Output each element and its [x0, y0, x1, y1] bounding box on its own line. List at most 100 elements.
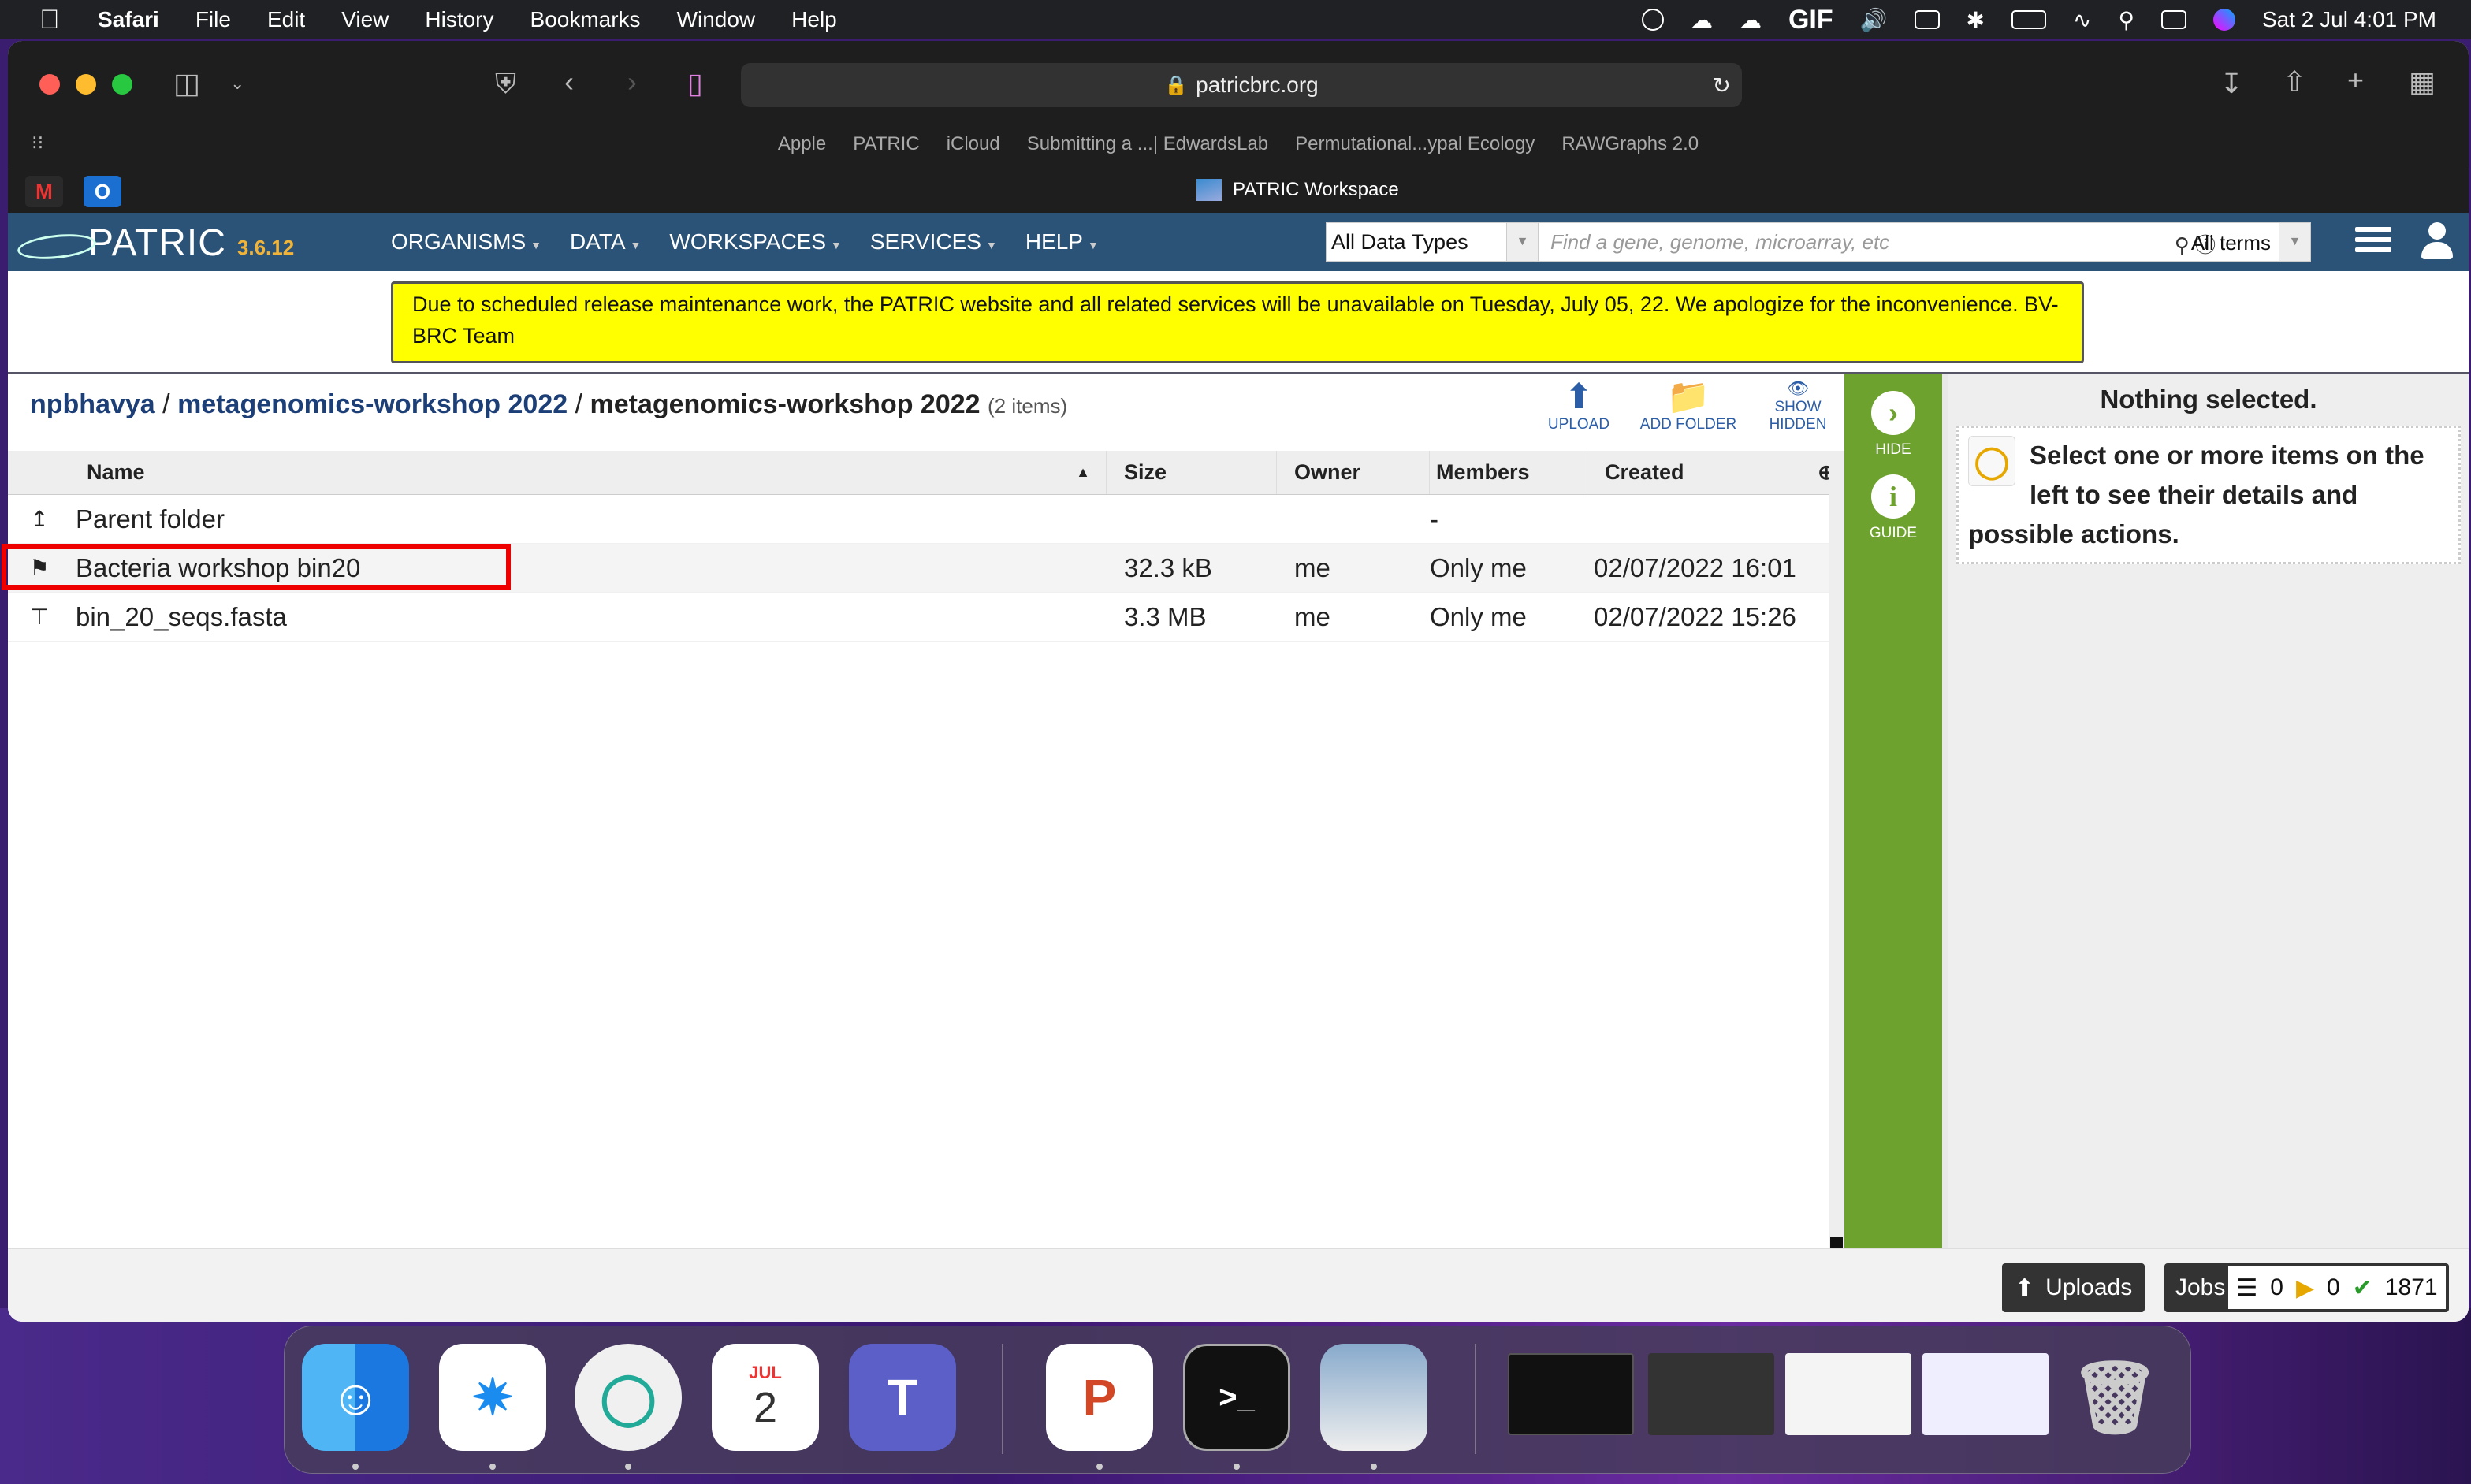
url-text: patricbrc.org	[1196, 73, 1319, 97]
add-folder-button[interactable]: 📁 ADD FOLDER	[1633, 378, 1743, 433]
minimize-window-button[interactable]	[76, 74, 96, 95]
volume-icon[interactable]: 🔊	[1860, 7, 1888, 33]
nav-workspaces-label: WORKSPACES	[669, 229, 827, 254]
finder-icon[interactable]: ☺	[302, 1344, 409, 1451]
global-search-input[interactable]: Find a gene, genome, microarray, etc ⚲ ⓘ…	[1539, 222, 2311, 262]
browser-chrome: ◫ ⌄ ⛨ ‹ › ▯ 🔒 patricbrc.org ↻ ↧ ⇧ + ▦ ⁝⁝…	[8, 41, 2469, 213]
back-icon[interactable]: ‹	[564, 66, 574, 98]
minimized-finder-window[interactable]	[1648, 1353, 1774, 1435]
patric-logo[interactable]: PATRIC 3.6.12	[13, 219, 294, 265]
battery-icon[interactable]	[2011, 10, 2046, 29]
breadcrumb-folder[interactable]: metagenomics-workshop 2022	[177, 389, 568, 419]
chevron-down-icon[interactable]: ⌄	[230, 68, 244, 99]
jobs-button[interactable]: Jobs ☰ 0 ▶ 0 ✔ 1871	[2164, 1263, 2449, 1312]
completed-jobs-icon: ✔	[2352, 1274, 2372, 1301]
status-app-icon[interactable]	[1641, 9, 1664, 31]
privacy-shield-icon[interactable]: ⛨	[495, 68, 516, 99]
clock[interactable]: Sat 2 Jul 4:01 PM	[2262, 7, 2436, 32]
nav-workspaces[interactable]: WORKSPACES ▼	[669, 229, 841, 255]
vpn-client-icon[interactable]: ◯	[575, 1344, 682, 1451]
pinned-tab-gmail[interactable]: M	[25, 176, 63, 207]
cloud-icon-2[interactable]: ☁	[1740, 7, 1762, 33]
cloud-icon[interactable]: ☁	[1691, 7, 1713, 33]
breadcrumb-user[interactable]: npbhavya	[30, 389, 155, 419]
menu-bookmarks[interactable]: Bookmarks	[530, 7, 641, 32]
menu-history[interactable]: History	[425, 7, 493, 32]
patric-favicon	[1196, 179, 1222, 201]
upload-button[interactable]: ⬆ UPLOAD	[1535, 378, 1622, 433]
calendar-day: 2	[753, 1384, 778, 1431]
menu-view[interactable]: View	[341, 7, 389, 32]
table-row[interactable]: ⊤ bin_20_seqs.fasta 3.3 MB me Only me 02…	[8, 593, 1835, 642]
teams-icon[interactable]: T	[849, 1344, 956, 1451]
spotlight-search-icon[interactable]: ⚲	[2118, 7, 2134, 33]
wifi-icon[interactable]: ∿	[2073, 7, 2091, 33]
bluetooth-icon[interactable]: ✱	[1967, 7, 1985, 33]
favorite-patric[interactable]: PATRIC	[853, 133, 919, 155]
grid-scrollbar[interactable]	[1829, 451, 1844, 1250]
table-row-parent[interactable]: ↥ Parent folder -	[8, 495, 1835, 544]
tab-overview-icon[interactable]: ▦	[2409, 66, 2436, 98]
menu-window[interactable]: Window	[677, 7, 756, 32]
hamburger-menu-icon[interactable]	[2355, 227, 2391, 257]
header-members-label: Members	[1436, 460, 1530, 484]
favorite-apple[interactable]: Apple	[778, 133, 826, 155]
nav-services[interactable]: SERVICES ▼	[870, 229, 997, 255]
close-window-button[interactable]	[39, 74, 60, 95]
menu-help[interactable]: Help	[791, 7, 837, 32]
hide-button[interactable]: › HIDE	[1844, 391, 1942, 459]
header-owner[interactable]: Owner	[1277, 451, 1430, 494]
favorite-permutational[interactable]: Permutational...ypal Ecology	[1295, 133, 1535, 155]
bookmarks-icon[interactable]: ▯	[687, 68, 703, 99]
header-members[interactable]: Members	[1430, 451, 1587, 494]
calendar-icon[interactable]: JUL 2	[712, 1344, 819, 1451]
forward-icon[interactable]: ›	[627, 66, 637, 98]
apple-icon[interactable]: 	[39, 5, 71, 35]
tab-patric-workspace[interactable]: PATRIC Workspace	[1196, 179, 1399, 201]
terminal-icon[interactable]: >_	[1183, 1344, 1290, 1451]
guide-button[interactable]: i GUIDE	[1844, 474, 1942, 542]
menu-edit[interactable]: Edit	[267, 7, 305, 32]
address-bar[interactable]: 🔒 patricbrc.org ↻	[741, 63, 1742, 107]
zoom-window-button[interactable]	[112, 74, 132, 95]
minimized-preview-window[interactable]	[1785, 1353, 1911, 1435]
nav-organisms[interactable]: ORGANISMS ▼	[391, 229, 541, 255]
chevron-right-icon: ›	[1871, 391, 1915, 435]
trash-icon[interactable]: 🗑	[2061, 1344, 2168, 1451]
share-icon[interactable]: ⇧	[2283, 66, 2306, 98]
data-type-select[interactable]: All Data Types ▼	[1326, 222, 1539, 262]
row-created: 02/07/2022 16:01	[1594, 552, 1796, 582]
user-icon[interactable]	[2420, 222, 2454, 260]
preview-icon[interactable]	[1320, 1344, 1427, 1451]
nav-data[interactable]: DATA ▼	[570, 229, 641, 255]
nav-help[interactable]: HELP ▼	[1025, 229, 1099, 255]
reload-icon[interactable]: ↻	[1713, 73, 1731, 99]
display-icon[interactable]	[1914, 10, 1940, 29]
menu-app-name[interactable]: Safari	[98, 7, 159, 32]
gif-icon[interactable]: GIF	[1788, 5, 1833, 35]
favorite-rawgraphs[interactable]: RAWGraphs 2.0	[1561, 133, 1699, 155]
favorite-edwardslab[interactable]: Submitting a ...| EdwardsLab	[1027, 133, 1268, 155]
favorite-icloud[interactable]: iCloud	[947, 133, 1000, 155]
pinned-tab-outlook[interactable]: O	[84, 176, 121, 207]
header-size[interactable]: Size	[1107, 451, 1277, 494]
siri-icon[interactable]	[2212, 9, 2235, 31]
control-center-icon[interactable]	[2160, 10, 2186, 29]
new-tab-icon[interactable]: +	[2347, 65, 2364, 96]
uploads-button[interactable]: ⬆ Uploads	[2002, 1263, 2145, 1312]
minimized-terminal-window[interactable]	[1508, 1353, 1634, 1435]
downloads-icon[interactable]: ↧	[2220, 68, 2243, 99]
header-created[interactable]: Created ⊕	[1587, 451, 1835, 494]
menu-file[interactable]: File	[195, 7, 231, 32]
search-terms-select[interactable]: All terms	[2191, 231, 2271, 255]
breadcrumb-current: metagenomics-workshop 2022	[590, 389, 981, 419]
sidebar-toggle-icon[interactable]: ◫	[173, 68, 200, 99]
contigs-file-icon: ⊤	[29, 604, 50, 629]
minimized-teams-window[interactable]	[1922, 1353, 2049, 1435]
powerpoint-icon[interactable]: P	[1046, 1344, 1153, 1451]
hide-label: HIDE	[1875, 441, 1911, 458]
header-name[interactable]: Name ▲	[71, 451, 1107, 494]
panel-splitter[interactable]	[1942, 374, 1948, 1250]
safari-icon[interactable]: ✷	[439, 1344, 546, 1451]
show-hidden-button[interactable]: 👁 SHOW HIDDEN	[1755, 378, 1841, 433]
